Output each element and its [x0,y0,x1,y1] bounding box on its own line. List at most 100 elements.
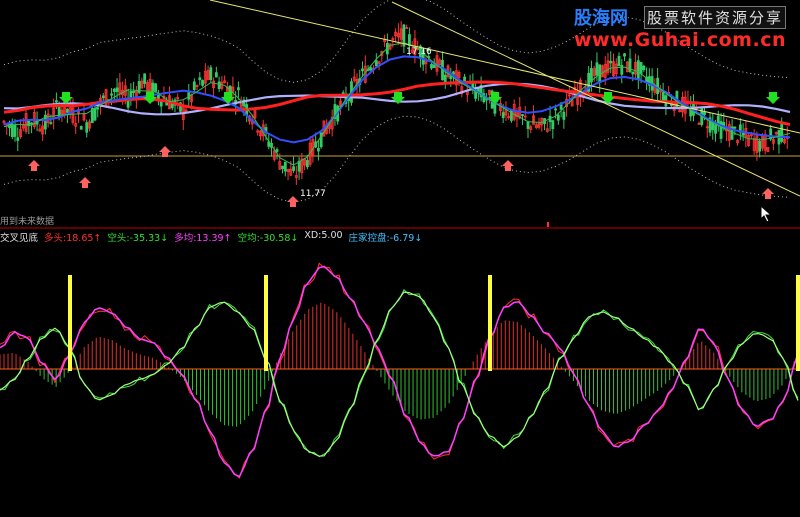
legend-item: 庄家控盘: -6.79↓ [349,230,423,244]
candle-body [526,121,530,129]
xd-signal-bar [488,275,492,371]
candle-body [16,137,20,141]
candle-body [13,124,17,137]
candle-body [154,83,158,92]
candle-body [112,88,116,92]
candle-body [115,87,119,92]
candle-body [623,53,626,57]
high-price-label: 17.16 [406,47,432,57]
candle-body [30,122,33,125]
candle-body [716,115,720,125]
candle-body [316,148,320,152]
legend-item-value: 18.65↑ [66,233,102,244]
legend-item-label: 空均: [237,233,260,244]
candle-body [85,122,89,133]
candle-body [281,165,284,169]
candle-body [741,132,745,136]
candle-body [198,77,202,81]
candle-body [110,93,113,96]
legend-item-value: 5.00 [321,230,343,241]
candle-body [430,63,433,69]
candle-body [129,90,133,98]
candle-body [595,62,599,76]
buy-signal-arrow [762,188,774,199]
future-data-note: 用到未来数据 [0,217,55,227]
candle-body [214,72,218,78]
candle-body [562,111,566,120]
legend-item: 多头: 18.65↑ [44,230,101,244]
candle-body [510,109,513,121]
legend-item-label: 庄家控盘: [348,233,390,244]
buy-signal-arrow [159,146,171,157]
candle-body [79,126,83,130]
stock-chart-canvas [0,0,800,479]
candle-body [452,71,455,75]
legend-item-label: 多头: [44,233,67,244]
legend-item-value: -6.79↓ [389,233,423,244]
candle-body [283,161,287,172]
candle-body [55,100,58,103]
candle-body [631,71,635,75]
candle-body [636,60,640,80]
candle-body [292,166,295,171]
legend-item: XD: 5.00 [304,230,342,244]
candle-body [443,74,447,83]
candle-body [101,95,105,99]
candle-body [609,60,613,64]
xd-signal-bar [68,275,72,371]
legend-item-label: 空头: [107,233,130,244]
candle-body [49,122,53,125]
indicator-legend-items: 多头: 18.65↑ 空头: -35.33↓ 多均: 13.39↑ 空均: -30.5… [44,230,422,244]
sell-signal-arrow [766,92,780,104]
candle-body [639,62,643,75]
candle-body [551,120,555,130]
long-line-raw [0,262,799,479]
buy-signal-arrow [28,160,40,171]
legend-item-value: -35.33↓ [129,233,169,244]
candle-body [93,107,97,121]
candle-body [143,73,147,84]
buy-signal-arrow [502,160,514,171]
legend-item: 空均: -30.58↓ [238,230,299,244]
sell-signal-arrow [59,92,73,104]
candle-body [758,140,762,152]
candle-body [237,87,240,91]
low-price-label: 11.77 [300,189,326,199]
time-marker [547,222,549,227]
candle-body [554,108,557,111]
candle-body [556,114,560,121]
candle-body [66,108,69,113]
watermark-slogan: 股票软件资源分享 [644,6,787,29]
watermark-url: www.Guhai.com.cn [574,29,786,51]
candle-body [501,112,505,119]
candle-body [661,92,665,101]
candle-body [192,81,196,91]
candle-body [361,68,364,72]
xd-signal-bar [796,275,800,371]
indicator-name: 交叉见底 [0,233,39,244]
legend-item-label: XD: [304,230,322,241]
candle-body [733,126,737,129]
buy-signal-arrow [287,196,299,207]
candle-body [703,111,706,115]
candle-body [617,55,621,66]
candle-body [217,81,221,89]
candle-body [521,114,524,117]
buy-signal-arrow [79,177,91,188]
candle-body [275,149,279,152]
legend-item: 多均: 13.39↑ [174,230,231,244]
bollinger-lower-band [3,115,791,203]
legend-item-label: 多均: [174,233,197,244]
candle-body [449,76,453,80]
indicator-legend: 交叉见底 多头: 18.65↑ 空头: -35.33↓ 多均: 13.39↑ 空均: … [0,230,422,244]
candle-body [96,107,100,110]
xd-signal-bar [264,275,268,371]
candle-body [780,123,784,142]
candle-body [132,90,136,94]
candle-body [209,67,213,80]
watermark-brand: 股海网 [574,8,628,29]
candle-body [305,160,309,168]
candle-body [408,34,411,47]
candle-body [369,67,373,71]
legend-item-value: 13.39↑ [196,233,232,244]
